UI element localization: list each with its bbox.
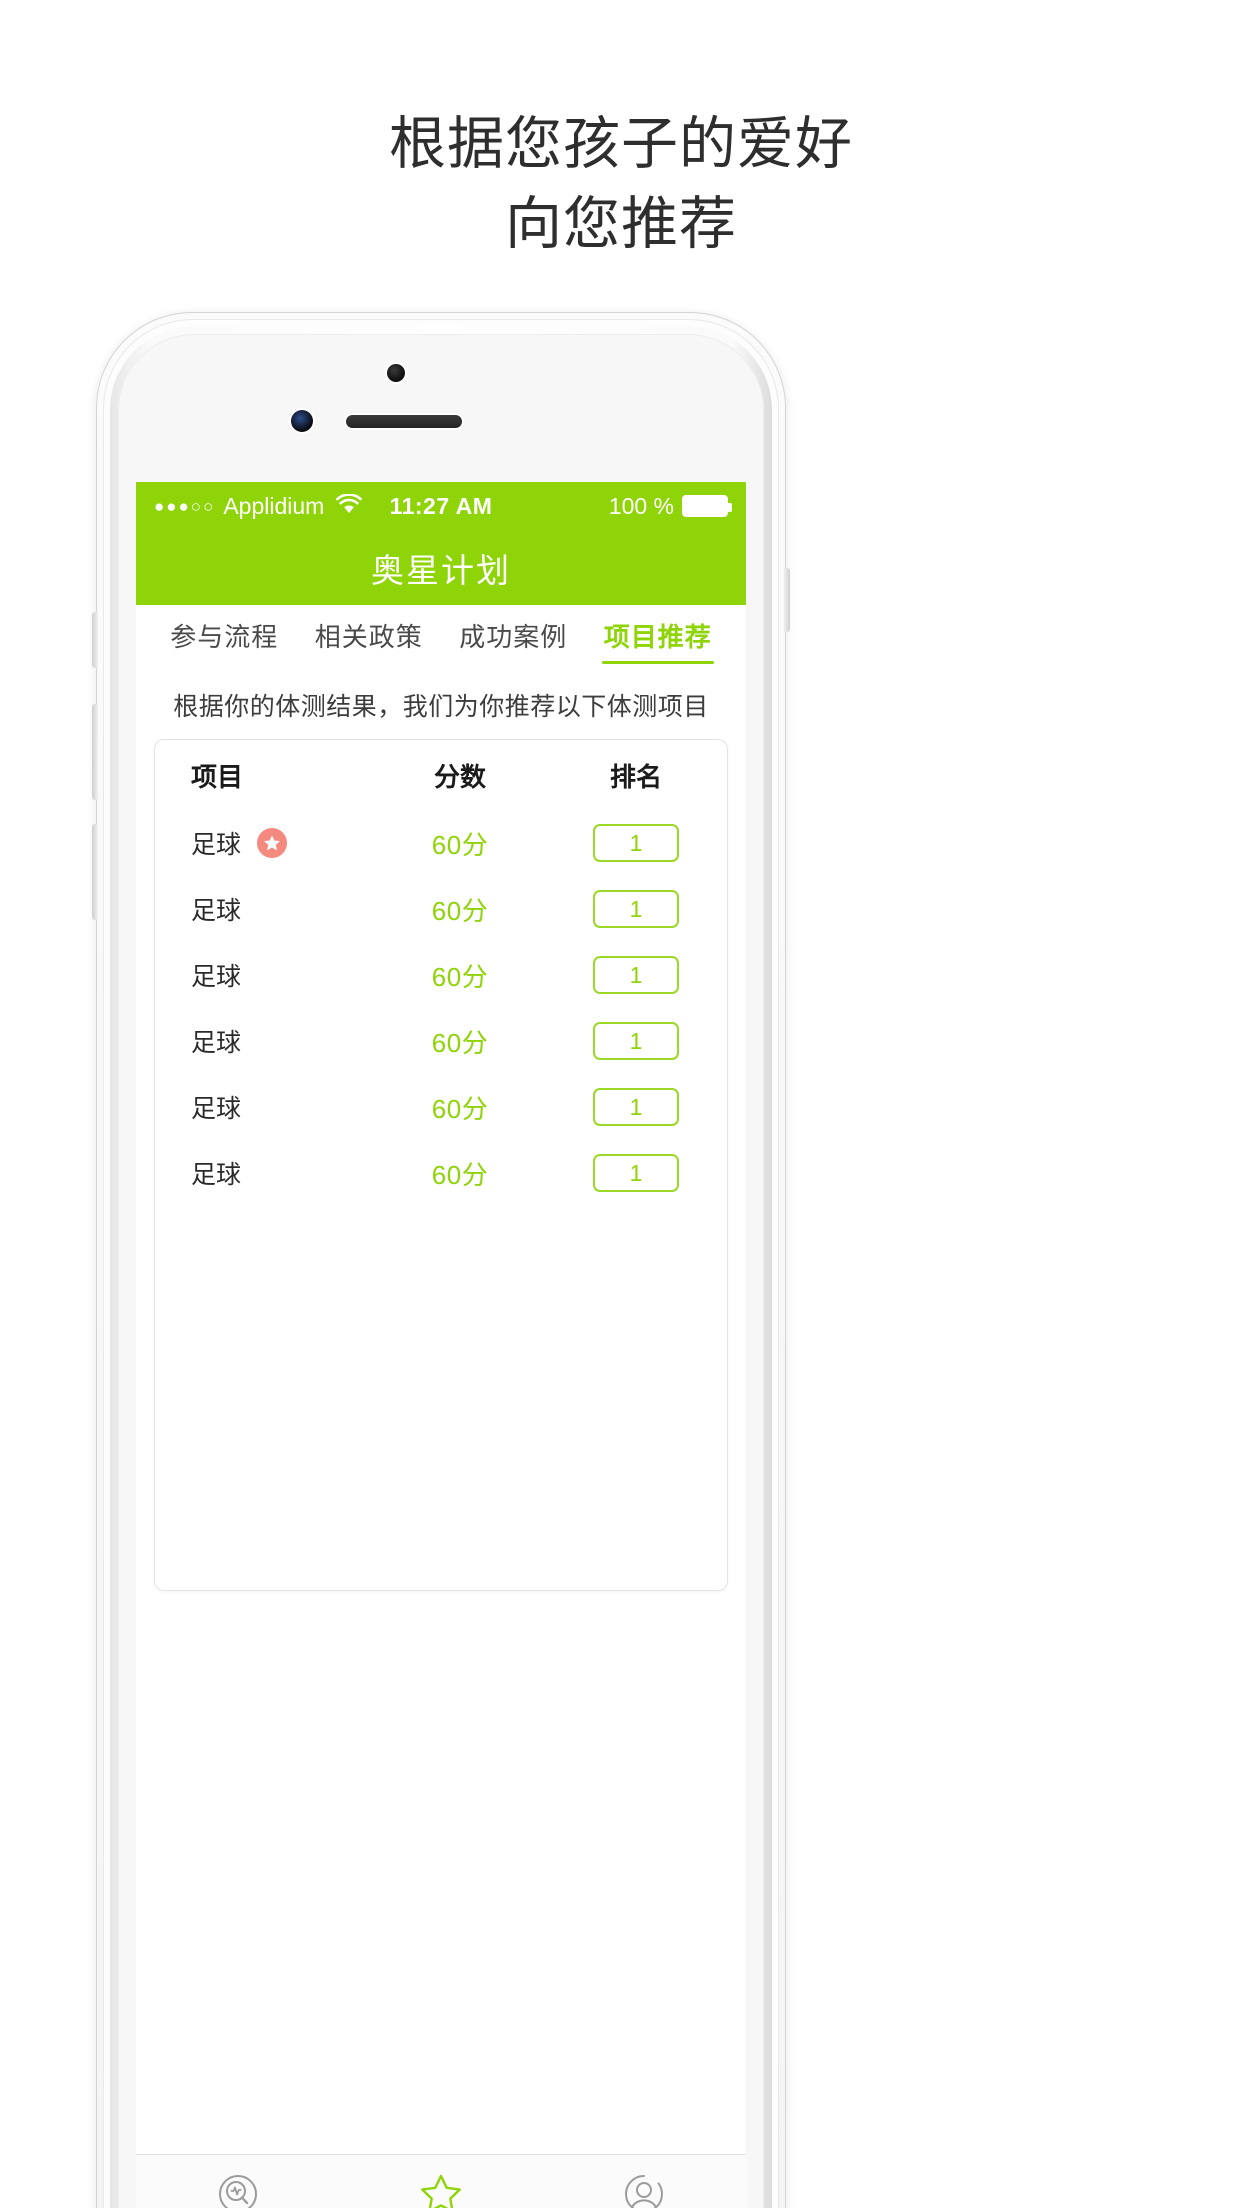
row-score-cell: 60分 — [431, 961, 489, 992]
column-header-item: 项目 — [191, 761, 244, 792]
status-bar: ●●●○○ Applidium 11:27 AM 100 % — [136, 482, 746, 530]
row-score-cell: 60分 — [431, 829, 489, 860]
bottom-tab-profile[interactable]: 个人中心 — [543, 2155, 746, 2208]
tab-participation-flow[interactable]: 参与流程 — [168, 611, 280, 664]
bottom-tab-bar: 体质检测 奥星计划 — [136, 2154, 746, 2208]
rank-badge[interactable]: 1 — [593, 890, 679, 928]
headline-line-1: 根据您孩子的爱好 — [389, 112, 853, 176]
signal-strength-icon: ●●●○○ — [154, 496, 216, 516]
screenshot-root: 根据您孩子的爱好 向您推荐 ●●●○○ Applidium 11:27 AM 1… — [0, 0, 1242, 2208]
column-header-rank: 排名 — [609, 761, 662, 792]
status-bar-left: ●●●○○ Applidium — [154, 492, 363, 520]
app-nav-bar: 奥星计划 — [136, 530, 746, 605]
carrier-label: Applidium — [223, 492, 325, 519]
table-row[interactable]: 足球 60分 1 — [155, 1008, 727, 1074]
table-row[interactable]: 足球 60分 1 — [155, 876, 727, 942]
row-rank-cell: 1 — [555, 1154, 717, 1192]
phone-mockup: ●●●○○ Applidium 11:27 AM 100 % 奥星计划 参与流程… — [92, 312, 790, 2208]
row-rank-cell: 1 — [555, 956, 717, 994]
earpiece-speaker — [346, 415, 462, 428]
table-row[interactable]: 足球 60分 1 — [155, 1074, 727, 1140]
row-rank-cell: 1 — [555, 890, 717, 928]
row-rank-cell: 1 — [555, 824, 717, 862]
proximity-sensor-icon — [291, 410, 313, 432]
row-score-cell: 60分 — [431, 1159, 489, 1190]
row-item-cell: 足球 — [165, 825, 365, 861]
star-outline-icon — [419, 2172, 463, 2208]
front-camera-icon — [387, 364, 405, 382]
wifi-icon — [336, 492, 363, 520]
page-title: 奥星计划 — [371, 551, 511, 589]
table-row[interactable]: 足球 60分 1 — [155, 810, 727, 876]
bottom-tab-health-check[interactable]: 体质检测 — [136, 2155, 339, 2208]
battery-full-icon — [682, 495, 732, 517]
rank-badge[interactable]: 1 — [593, 1088, 679, 1126]
row-item-label: 足球 — [191, 963, 242, 991]
row-item-cell: 足球 — [165, 1089, 365, 1125]
rank-badge[interactable]: 1 — [593, 956, 679, 994]
row-item-label: 足球 — [191, 897, 242, 925]
phone-volume-up-button — [92, 704, 98, 800]
row-rank-cell: 1 — [555, 1088, 717, 1126]
row-item-label: 足球 — [191, 831, 242, 859]
column-header-score: 分数 — [433, 761, 486, 792]
phone-power-button — [784, 568, 790, 632]
headline-line-2: 向您推荐 — [505, 192, 737, 256]
row-item-cell: 足球 — [165, 1155, 365, 1191]
section-tab-bar: 参与流程 相关政策 成功案例 项目推荐 — [136, 605, 746, 669]
rank-badge[interactable]: 1 — [593, 1154, 679, 1192]
row-score-cell: 60分 — [431, 1027, 489, 1058]
row-rank-cell: 1 — [555, 1022, 717, 1060]
row-item-label: 足球 — [191, 1095, 242, 1123]
tab-success-cases[interactable]: 成功案例 — [457, 611, 569, 664]
row-item-label: 足球 — [191, 1161, 242, 1189]
phone-mute-switch — [92, 612, 98, 668]
rank-badge[interactable]: 1 — [593, 1022, 679, 1060]
tab-related-policy[interactable]: 相关政策 — [313, 611, 425, 664]
row-item-label: 足球 — [191, 1029, 242, 1057]
page-headline: 根据您孩子的爱好 向您推荐 — [0, 104, 1242, 264]
table-row[interactable]: 足球 60分 1 — [155, 1140, 727, 1206]
table-header-row: 项目 分数 排名 — [155, 740, 727, 810]
tab-project-recommend[interactable]: 项目推荐 — [601, 611, 714, 664]
user-profile-icon — [622, 2172, 666, 2208]
row-score-cell: 60分 — [431, 895, 489, 926]
recommendation-subtitle: 根据你的体测结果，我们为你推荐以下体测项目 — [173, 693, 709, 721]
recommendation-card: 项目 分数 排名 足球 60分 1 足球 60分 1 足球 60分 1 足球 6… — [154, 739, 728, 1591]
health-scan-icon — [216, 2172, 260, 2208]
table-row[interactable]: 足球 60分 1 — [155, 942, 727, 1008]
row-item-cell: 足球 — [165, 957, 365, 993]
row-item-cell: 足球 — [165, 1023, 365, 1059]
bottom-tab-star-plan[interactable]: 奥星计划 — [339, 2155, 542, 2208]
rank-badge[interactable]: 1 — [593, 824, 679, 862]
star-badge-icon — [257, 828, 288, 858]
battery-percent-label: 100 % — [608, 492, 674, 519]
row-score-cell: 60分 — [431, 1093, 489, 1124]
row-item-cell: 足球 — [165, 891, 365, 927]
phone-volume-down-button — [92, 824, 98, 920]
status-bar-right: 100 % — [608, 492, 732, 520]
phone-screen: ●●●○○ Applidium 11:27 AM 100 % 奥星计划 参与流程… — [136, 482, 746, 2208]
